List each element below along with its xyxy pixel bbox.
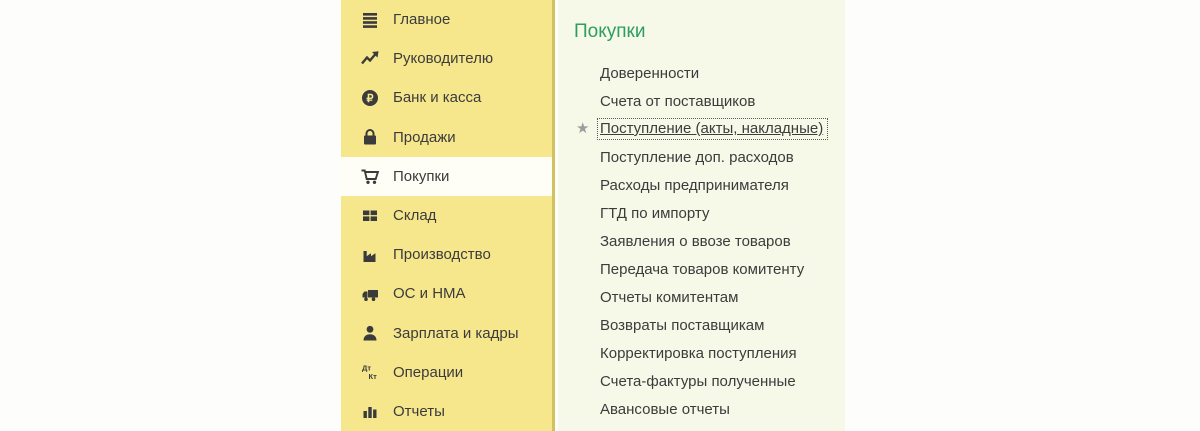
menu-row: Поступление доп. расходов: [600, 143, 845, 171]
sections-panel: Главное Руководителю ₽ Банк и касса Прод…: [341, 0, 555, 431]
purchases-menu: Доверенности Счета от поставщиков ★ Пост…: [558, 59, 845, 423]
sidebar-item-label: Главное: [393, 11, 451, 29]
menu-item-vozvraty-postavshchikam[interactable]: Возвраты поставщикам: [600, 317, 764, 334]
sidebar-item-prodazhi[interactable]: Продажи: [341, 118, 552, 157]
menu-item-otchety-komitentam[interactable]: Отчеты комитентам: [600, 289, 738, 306]
truck-icon: [360, 284, 380, 304]
trending-up-icon: [360, 49, 380, 69]
menu-item-korrektirovka-postupleniya[interactable]: Корректировка поступления: [600, 345, 797, 362]
panel-title: Покупки: [574, 21, 646, 42]
sidebar-item-label: Отчеты: [393, 402, 445, 420]
menu-item-scheta-ot-postavshchikov[interactable]: Счета от поставщиков: [600, 93, 755, 110]
sidebar-item-bank-i-kassa[interactable]: ₽ Банк и касса: [341, 78, 552, 117]
debit-credit-icon: Дт Кт: [360, 362, 380, 382]
svg-text:₽: ₽: [367, 93, 374, 105]
hamburger-icon: [360, 10, 380, 30]
menu-row: Авансовые отчеты: [600, 395, 845, 423]
menu-item-avansovye-otchety[interactable]: Авансовые отчеты: [600, 401, 730, 418]
menu-item-doverennosti[interactable]: Доверенности: [600, 65, 699, 82]
sidebar-item-label: Банк и касса: [393, 89, 482, 107]
menu-row: Отчеты комитентам: [600, 283, 845, 311]
menu-item-scheta-faktury-poluchennye[interactable]: Счета-фактуры полученные: [600, 373, 796, 390]
menu-row: Возвраты поставщикам: [600, 311, 845, 339]
menu-item-rashody-predprinimatelya[interactable]: Расходы предпринимателя: [600, 177, 789, 194]
purchases-command-panel: Покупки Доверенности Счета от поставщико…: [558, 0, 845, 431]
menu-row: Заявления о ввозе товаров: [600, 227, 845, 255]
menu-item-gtd-po-importu[interactable]: ГТД по импорту: [600, 205, 709, 222]
menu-item-zayavleniya-o-vvoze-tovarov[interactable]: Заявления о ввозе товаров: [600, 233, 791, 250]
sidebar-item-operacii[interactable]: Дт Кт Операции: [341, 353, 552, 392]
sidebar-item-otchety[interactable]: Отчеты: [341, 392, 552, 431]
app-root: Главное Руководителю ₽ Банк и касса Прод…: [0, 0, 1200, 431]
sidebar-item-sklad[interactable]: Склад: [341, 196, 552, 235]
sidebar-item-label: Покупки: [393, 167, 450, 185]
sidebar-item-zarplata-i-kadry[interactable]: Зарплата и кадры: [341, 314, 552, 353]
ruble-circle-icon: ₽: [360, 88, 380, 108]
sidebar-item-label: Операции: [393, 363, 464, 381]
sidebar-item-label: Продажи: [393, 128, 456, 146]
sidebar-item-label: Руководителю: [393, 50, 494, 68]
favorite-star-icon[interactable]: ★: [576, 121, 589, 136]
sidebar-item-label: Зарплата и кадры: [393, 324, 519, 342]
factory-icon: [360, 245, 380, 265]
menu-row: Расходы предпринимателя: [600, 171, 845, 199]
shopping-cart-icon: [360, 166, 380, 186]
menu-row: ★ Поступление (акты, накладные): [576, 115, 845, 143]
sidebar-item-pokupki[interactable]: Покупки: [341, 156, 552, 196]
svg-text:Кт: Кт: [369, 372, 378, 381]
sidebar-item-label: ОС и НМА: [393, 285, 466, 303]
menu-row: Передача товаров комитенту: [600, 255, 845, 283]
menu-row: Счета-фактуры полученные: [600, 367, 845, 395]
sidebar-item-label: Производство: [393, 246, 491, 264]
sidebar-item-proizvodstvo[interactable]: Производство: [341, 235, 552, 274]
sidebar-item-label: Склад: [393, 207, 437, 225]
sidebar-item-glavnoe[interactable]: Главное: [341, 0, 552, 39]
sidebar-item-os-i-nma[interactable]: ОС и НМА: [341, 274, 552, 313]
menu-item-postuplenie-dop-rashodov[interactable]: Поступление доп. расходов: [600, 149, 794, 166]
person-icon: [360, 323, 380, 343]
pallet-grid-icon: [360, 206, 380, 226]
menu-item-peredacha-tovarov-komitentu[interactable]: Передача товаров комитенту: [600, 261, 804, 278]
shopping-bag-icon: [360, 127, 380, 147]
menu-row: Счета от поставщиков: [600, 87, 845, 115]
menu-item-postuplenie-akty-nakladnye[interactable]: Поступление (акты, накладные): [597, 118, 829, 140]
bar-chart-icon: [360, 401, 380, 421]
sidebar-item-rukovoditelyu[interactable]: Руководителю: [341, 39, 552, 78]
menu-row: ГТД по импорту: [600, 199, 845, 227]
menu-row: Корректировка поступления: [600, 339, 845, 367]
menu-row: Доверенности: [600, 59, 845, 87]
